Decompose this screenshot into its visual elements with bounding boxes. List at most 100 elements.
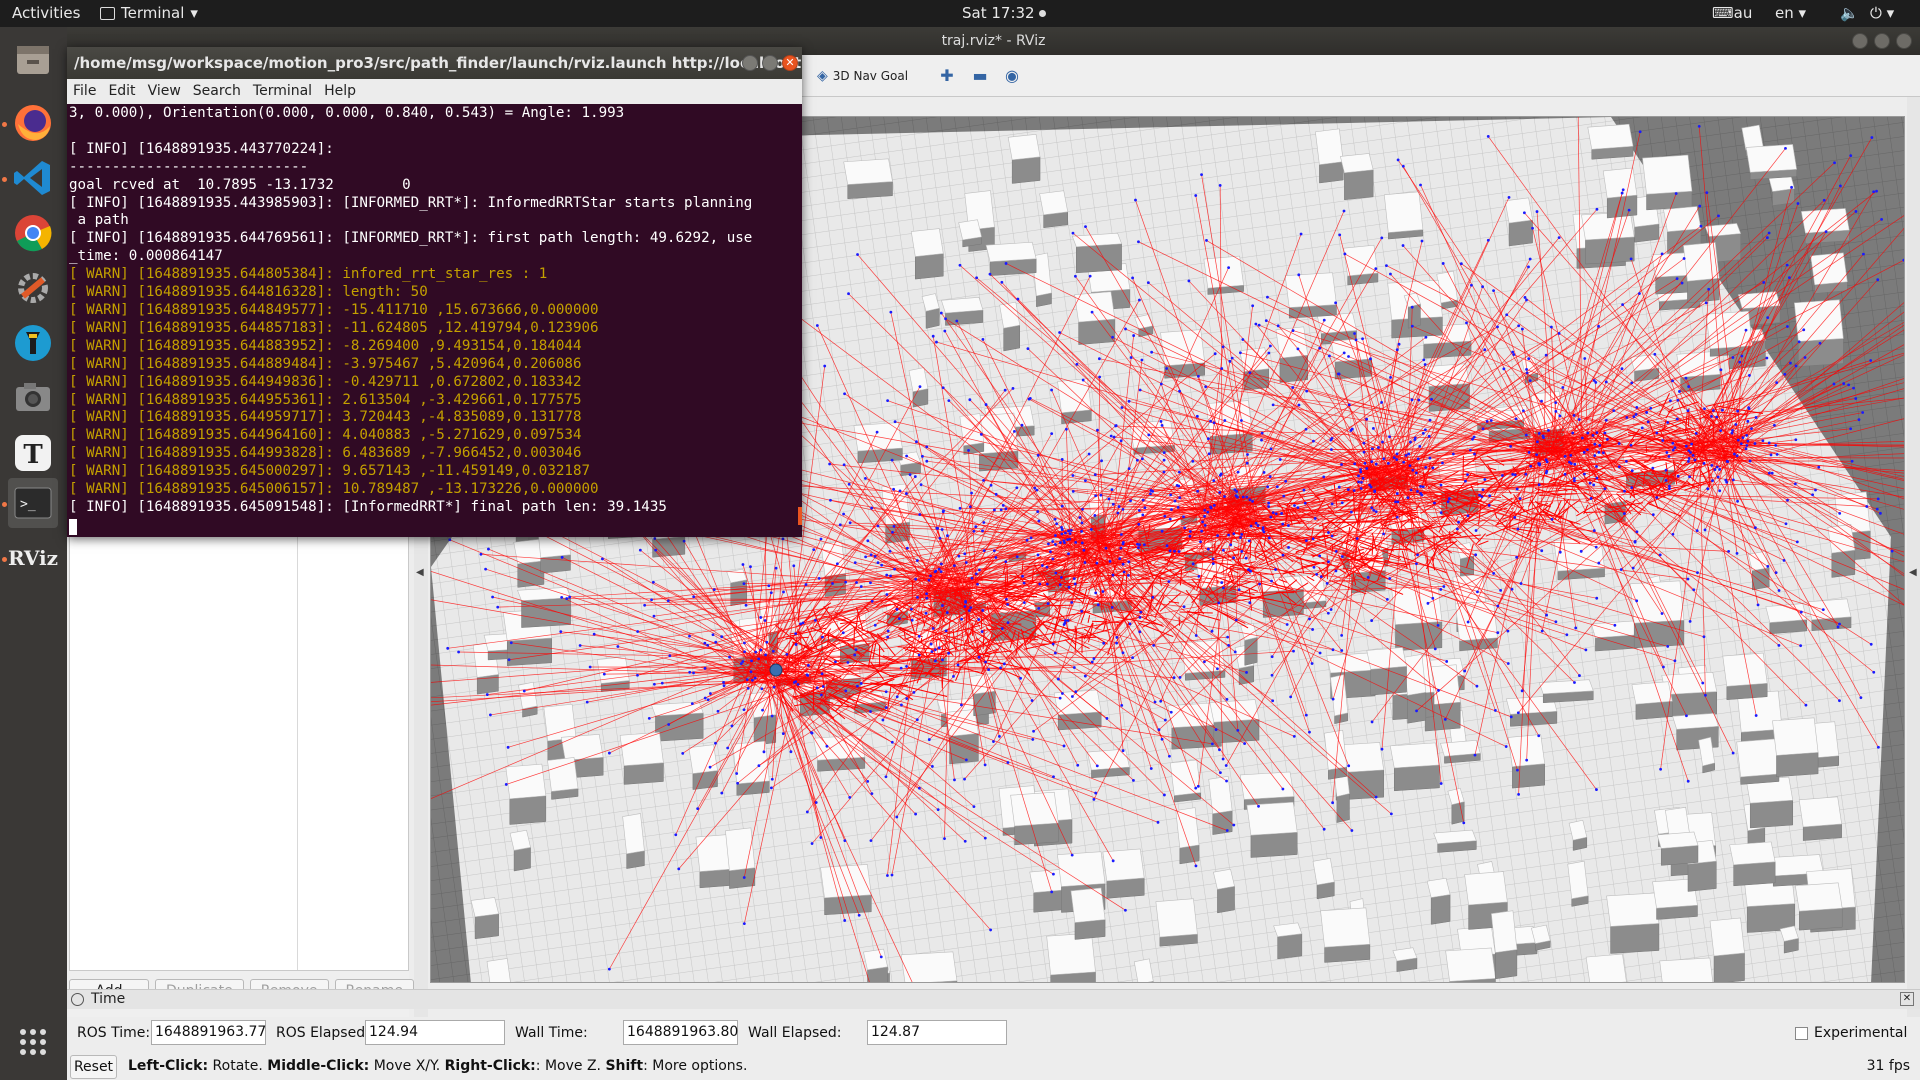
volume-icon[interactable]: 🔈 bbox=[1840, 4, 1859, 22]
tree-node bbox=[1473, 452, 1476, 456]
tree-node bbox=[1821, 608, 1825, 612]
camera-icon[interactable] bbox=[8, 373, 58, 423]
minimize-icon[interactable] bbox=[1852, 33, 1868, 49]
tree-node bbox=[1360, 480, 1363, 484]
tree-node bbox=[893, 567, 896, 571]
tree-node bbox=[1062, 744, 1066, 748]
tree-node bbox=[1347, 403, 1351, 407]
tree-node bbox=[1063, 621, 1067, 625]
tree-node bbox=[1409, 440, 1412, 444]
tree-node bbox=[1084, 479, 1087, 482]
tree-node bbox=[1803, 356, 1807, 359]
vscode-icon[interactable] bbox=[8, 153, 58, 203]
tree-node bbox=[935, 340, 938, 344]
menu-edit[interactable]: Edit bbox=[108, 79, 135, 104]
keyboard-indicator[interactable]: ⌨au bbox=[1712, 4, 1752, 22]
tree-node bbox=[1817, 465, 1821, 469]
maximize-icon[interactable] bbox=[1874, 33, 1890, 49]
typora-icon[interactable]: T bbox=[8, 428, 58, 478]
activities-button[interactable]: Activities bbox=[12, 4, 80, 22]
wall-time-field[interactable]: 1648891963.80 bbox=[623, 1020, 738, 1045]
tree-node bbox=[1090, 310, 1094, 314]
terminal-output[interactable]: 3, 0.000), Orientation(0.000, 0.000, 0.8… bbox=[67, 104, 802, 537]
files-icon[interactable] bbox=[8, 35, 58, 85]
wall-elapsed-label: Wall Elapsed: bbox=[748, 1025, 842, 1041]
tree-node bbox=[1002, 662, 1006, 666]
settings-tools-icon[interactable] bbox=[8, 263, 58, 313]
tree-node bbox=[1736, 499, 1739, 503]
right-panel-collapse-handle[interactable]: ◀ bbox=[1907, 97, 1920, 1017]
tree-node bbox=[1459, 262, 1463, 266]
tree-node bbox=[1421, 431, 1425, 435]
rviz-icon[interactable]: RViz bbox=[8, 533, 58, 583]
nav-goal-tool[interactable]: ◈ 3D Nav Goal bbox=[817, 68, 908, 84]
tree-node bbox=[714, 741, 717, 745]
camera-view-icon[interactable]: ◉ bbox=[1001, 66, 1023, 86]
reset-button[interactable]: Reset bbox=[70, 1055, 117, 1079]
maximize-icon[interactable] bbox=[762, 55, 778, 71]
language-indicator[interactable]: en ▾ bbox=[1775, 4, 1806, 22]
tree-node bbox=[1617, 442, 1621, 445]
tree-node bbox=[1236, 470, 1240, 474]
tree-node bbox=[1112, 435, 1116, 439]
terminal-titlebar[interactable]: /home/msg/workspace/motion_pro3/src/path… bbox=[67, 47, 802, 79]
tree-node bbox=[1165, 544, 1169, 548]
tree-node bbox=[1563, 455, 1567, 458]
tree-node bbox=[1080, 521, 1084, 525]
obstacle-block bbox=[1656, 831, 1699, 866]
menu-view[interactable]: View bbox=[148, 79, 181, 104]
tree-node bbox=[1418, 444, 1422, 448]
tree-node bbox=[1037, 606, 1041, 610]
tree-node bbox=[1095, 561, 1099, 565]
tree-node bbox=[957, 554, 961, 558]
power-icon[interactable]: ⏻ ▾ bbox=[1870, 4, 1894, 22]
clock[interactable]: Sat 17:32 bbox=[962, 4, 1046, 22]
firefox-icon[interactable] bbox=[8, 98, 58, 148]
close-icon[interactable]: ✕ bbox=[782, 55, 798, 71]
chrome-icon[interactable] bbox=[8, 208, 58, 258]
tree-node bbox=[1177, 484, 1181, 488]
tree-node bbox=[1334, 301, 1338, 305]
ros-time-field[interactable]: 1648891963.77 bbox=[151, 1020, 266, 1045]
app-menu[interactable]: Terminal ▾ bbox=[100, 4, 198, 22]
menu-file[interactable]: File bbox=[73, 79, 96, 104]
tree-node bbox=[1188, 534, 1192, 538]
tree-node bbox=[1142, 543, 1146, 547]
minimize-icon[interactable] bbox=[742, 55, 758, 71]
menu-search[interactable]: Search bbox=[193, 79, 241, 104]
tree-node bbox=[1604, 380, 1608, 384]
tree-node bbox=[1243, 742, 1247, 745]
tree-node bbox=[1513, 515, 1517, 519]
tree-node bbox=[1284, 479, 1288, 483]
tree-node bbox=[1578, 674, 1581, 677]
tree-node bbox=[677, 867, 681, 871]
tree-node bbox=[1124, 908, 1127, 912]
tree-node bbox=[522, 689, 526, 693]
add-tool-icon[interactable]: ✚ bbox=[936, 66, 958, 86]
experimental-checkbox[interactable]: Experimental bbox=[1795, 1025, 1907, 1041]
remove-tool-icon[interactable]: ▬ bbox=[969, 66, 991, 86]
terminal-scrollbar[interactable] bbox=[798, 507, 802, 525]
tree-node bbox=[1178, 389, 1181, 393]
tree-node bbox=[1153, 700, 1157, 704]
ros-elapsed-field[interactable]: 124.94 bbox=[365, 1020, 505, 1045]
tree-node bbox=[722, 681, 725, 684]
menu-help[interactable]: Help bbox=[324, 79, 356, 104]
tree-node bbox=[1269, 515, 1273, 519]
terminal-icon[interactable]: >_ bbox=[8, 478, 58, 528]
tree-node bbox=[1645, 411, 1649, 414]
close-icon[interactable]: ✕ bbox=[1900, 992, 1914, 1006]
tree-node bbox=[647, 717, 651, 720]
tree-node bbox=[917, 786, 921, 790]
tree-node bbox=[1772, 423, 1776, 427]
tree-node bbox=[1796, 202, 1800, 205]
show-apps-icon[interactable] bbox=[8, 1017, 58, 1067]
close-icon[interactable] bbox=[1896, 33, 1912, 49]
wall-elapsed-field[interactable]: 124.87 bbox=[867, 1020, 1007, 1045]
tree-node bbox=[1662, 665, 1665, 669]
menu-terminal[interactable]: Terminal bbox=[253, 79, 312, 104]
tree-node bbox=[1496, 604, 1500, 608]
tools-icon[interactable] bbox=[8, 318, 58, 368]
tree-node bbox=[1431, 596, 1435, 600]
